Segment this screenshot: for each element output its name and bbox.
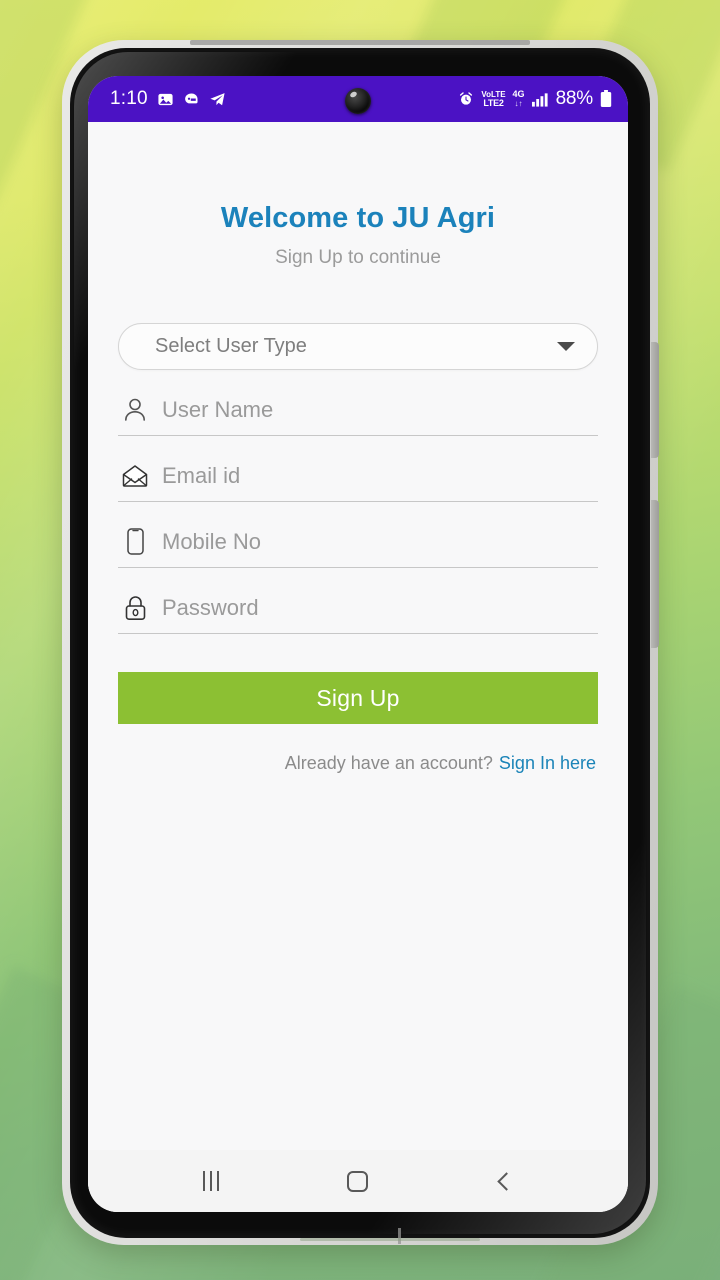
home-icon bbox=[347, 1170, 369, 1192]
gallery-icon bbox=[157, 91, 174, 108]
navigation-bar bbox=[88, 1150, 628, 1212]
email-placeholder: Email id bbox=[162, 462, 241, 488]
signup-button[interactable]: Sign Up bbox=[118, 672, 598, 724]
email-field[interactable]: Email id bbox=[118, 450, 598, 502]
user-type-dropdown-label: Select User Type bbox=[155, 335, 307, 357]
frame-seam-top bbox=[190, 40, 530, 45]
mobile-field[interactable]: Mobile No bbox=[118, 516, 598, 568]
username-placeholder: User Name bbox=[162, 396, 274, 422]
power-button[interactable] bbox=[651, 500, 659, 648]
username-field[interactable]: User Name bbox=[118, 384, 598, 436]
home-button[interactable] bbox=[323, 1159, 393, 1203]
battery-icon bbox=[600, 90, 612, 108]
lock-icon bbox=[122, 594, 148, 622]
envelope-icon bbox=[122, 462, 148, 490]
signin-row: Already have an account? Sign In here bbox=[118, 753, 598, 774]
signin-prompt: Already have an account? bbox=[284, 753, 493, 773]
page-subtitle: Sign Up to continue bbox=[275, 247, 441, 268]
alarm-icon bbox=[458, 91, 474, 107]
status-bar-right: VoLTE LTE2 4G ↓↑ 88% bbox=[458, 88, 612, 110]
page-title: Welcome to JU Agri bbox=[220, 202, 496, 234]
helmet-icon bbox=[183, 91, 200, 108]
signup-screen: Welcome to JU Agri Sign Up to continue S… bbox=[88, 122, 628, 1212]
status-bar: 1:10 VoLTE LTE2 4G ↓↑ 88% bbox=[88, 76, 628, 122]
phone-screen: 1:10 VoLTE LTE2 4G ↓↑ 88% Welcome to JU … bbox=[88, 76, 628, 1212]
volte-indicator: VoLTE LTE2 bbox=[481, 90, 505, 108]
person-icon bbox=[122, 396, 148, 424]
header-block: Welcome to JU Agri Sign Up to continue bbox=[88, 202, 628, 269]
mobile-placeholder: Mobile No bbox=[162, 528, 262, 554]
recents-button[interactable] bbox=[176, 1159, 246, 1203]
status-time: 1:10 bbox=[110, 88, 148, 109]
recents-icon bbox=[203, 1171, 220, 1191]
frame-bottom-edge bbox=[300, 1238, 480, 1241]
frame-seam-bottom bbox=[398, 1228, 401, 1244]
password-field[interactable]: Password bbox=[118, 582, 598, 634]
signup-form: Select User Type User Name Email id Mobi… bbox=[88, 323, 628, 774]
status-bar-left: 1:10 bbox=[110, 88, 226, 110]
volume-button[interactable] bbox=[651, 342, 659, 458]
signal-bars-icon bbox=[531, 92, 549, 107]
front-camera-punch-hole bbox=[345, 88, 371, 114]
signin-link[interactable]: Sign In here bbox=[499, 753, 596, 773]
data-arrows: ↓↑ bbox=[514, 98, 523, 108]
password-placeholder: Password bbox=[162, 594, 259, 620]
battery-percent-label: 88% bbox=[555, 88, 594, 109]
chevron-down-icon bbox=[557, 342, 575, 351]
phone-icon bbox=[122, 528, 148, 556]
back-button[interactable] bbox=[470, 1159, 540, 1203]
lte2-label: LTE2 bbox=[483, 97, 504, 108]
telegram-icon bbox=[209, 91, 226, 108]
network-type-indicator: 4G ↓↑ bbox=[513, 89, 525, 108]
user-type-dropdown[interactable]: Select User Type bbox=[118, 323, 598, 370]
back-icon bbox=[497, 1171, 516, 1191]
